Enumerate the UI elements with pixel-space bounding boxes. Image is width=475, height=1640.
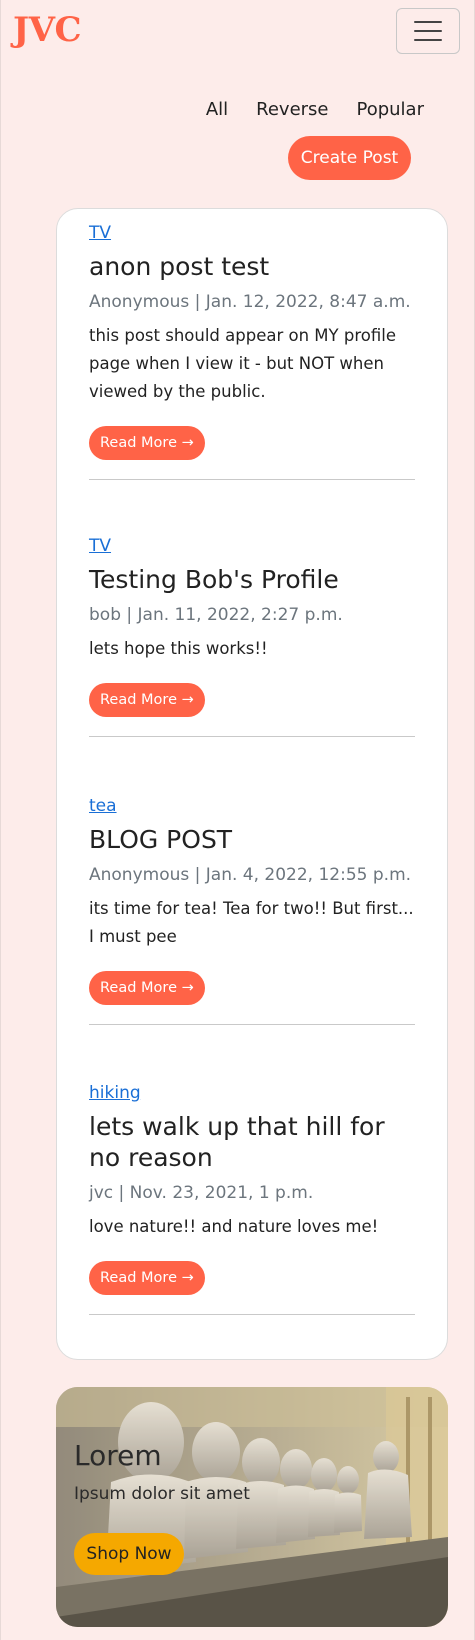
filter-popular-link[interactable]: Popular bbox=[357, 99, 425, 120]
post-excerpt: lets hope this works!! bbox=[89, 639, 268, 658]
post-title: Testing Bob's Profile bbox=[89, 565, 339, 594]
post-divider bbox=[89, 1024, 415, 1025]
post-meta: Anonymous | Jan. 12, 2022, 8:47 a.m. bbox=[89, 292, 411, 312]
post-category-link[interactable]: hiking bbox=[89, 1083, 141, 1103]
read-more-button[interactable]: Read More → bbox=[89, 683, 205, 717]
post-filter-nav: All Reverse Popular bbox=[206, 99, 424, 120]
post-title: anon post test bbox=[89, 252, 270, 281]
post-divider bbox=[89, 736, 415, 737]
read-more-button[interactable]: Read More → bbox=[89, 1261, 205, 1295]
post-category-link[interactable]: TV bbox=[89, 223, 111, 243]
post-excerpt: its time for tea! Tea for two!! But firs… bbox=[89, 899, 414, 946]
create-post-button[interactable]: Create Post bbox=[288, 136, 411, 180]
post-category-link[interactable]: TV bbox=[89, 536, 111, 556]
post-item: tea BLOG POST Anonymous | Jan. 4, 2022, … bbox=[89, 796, 415, 1025]
shop-now-button[interactable]: Shop Now bbox=[74, 1533, 184, 1575]
filter-all-link[interactable]: All bbox=[206, 99, 228, 120]
post-category-link[interactable]: tea bbox=[89, 796, 117, 816]
post-meta: bob | Jan. 11, 2022, 2:27 p.m. bbox=[89, 605, 343, 625]
post-meta: Anonymous | Jan. 4, 2022, 12:55 p.m. bbox=[89, 865, 412, 885]
post-meta: jvc | Nov. 23, 2021, 1 p.m. bbox=[89, 1183, 314, 1203]
post-excerpt: love nature!! and nature loves me! bbox=[89, 1217, 379, 1236]
brand-logo[interactable]: JVC bbox=[13, 10, 82, 50]
read-more-button[interactable]: Read More → bbox=[89, 426, 205, 460]
post-excerpt: this post should appear on MY profile pa… bbox=[89, 326, 396, 401]
post-title: BLOG POST bbox=[89, 825, 233, 854]
post-divider bbox=[89, 1314, 415, 1315]
post-title: lets walk up that hill for no reason bbox=[89, 1112, 385, 1172]
post-item: TV Testing Bob's Profile bob | Jan. 11, … bbox=[89, 536, 415, 737]
promo-title: Lorem bbox=[74, 1439, 162, 1472]
post-divider bbox=[89, 479, 415, 480]
menu-toggle-button[interactable] bbox=[396, 8, 460, 54]
statue-gallery-image bbox=[56, 1387, 448, 1627]
filter-reverse-link[interactable]: Reverse bbox=[256, 99, 328, 120]
hamburger-icon bbox=[414, 21, 442, 41]
promo-banner: Lorem Ipsum dolor sit amet Shop Now bbox=[56, 1387, 448, 1627]
post-item: TV anon post test Anonymous | Jan. 12, 2… bbox=[89, 223, 415, 480]
post-item: hiking lets walk up that hill for no rea… bbox=[89, 1083, 415, 1315]
promo-subtitle: Ipsum dolor sit amet bbox=[74, 1484, 250, 1504]
posts-list-card: TV anon post test Anonymous | Jan. 12, 2… bbox=[56, 208, 448, 1360]
read-more-button[interactable]: Read More → bbox=[89, 971, 205, 1005]
page: JVC All Reverse Popular Create Post TV a… bbox=[0, 0, 475, 1640]
